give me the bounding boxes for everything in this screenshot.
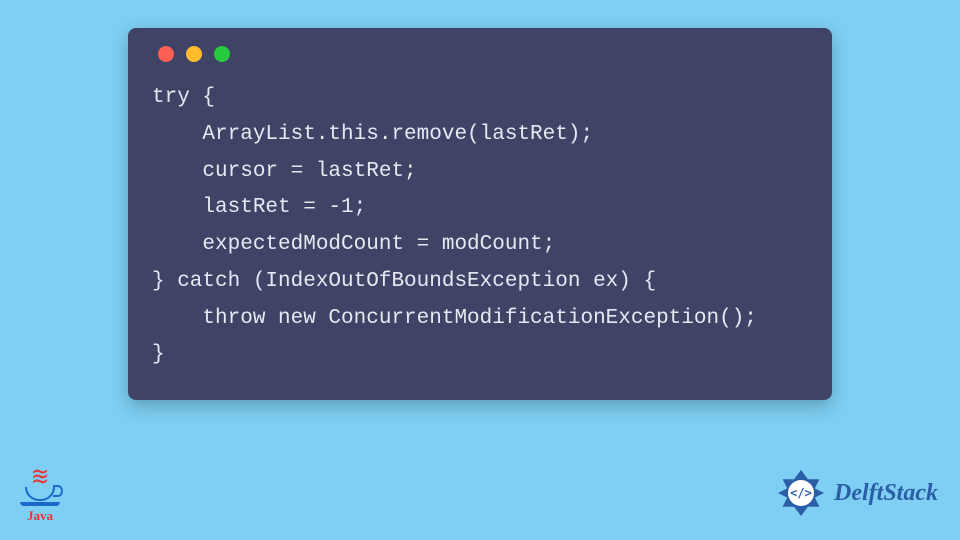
java-steam-icon: ≋ xyxy=(21,467,58,485)
delftstack-logo-label: DelftStack xyxy=(834,480,938,507)
code-window: try { ArrayList.this.remove(lastRet); cu… xyxy=(128,28,832,400)
code-block: try { ArrayList.this.remove(lastRet); cu… xyxy=(152,80,808,374)
java-logo-label: Java xyxy=(18,508,62,524)
maximize-icon xyxy=(214,46,230,62)
delftstack-logo: </> DelftStack xyxy=(774,466,938,520)
delftstack-emblem-icon: </> xyxy=(774,466,828,520)
close-icon xyxy=(158,46,174,62)
minimize-icon xyxy=(186,46,202,62)
java-saucer-icon xyxy=(20,502,60,506)
java-logo: ≋ Java xyxy=(18,467,62,524)
java-cup-icon xyxy=(25,487,55,501)
code-brackets-icon: </> xyxy=(788,480,814,506)
traffic-lights xyxy=(158,46,808,62)
